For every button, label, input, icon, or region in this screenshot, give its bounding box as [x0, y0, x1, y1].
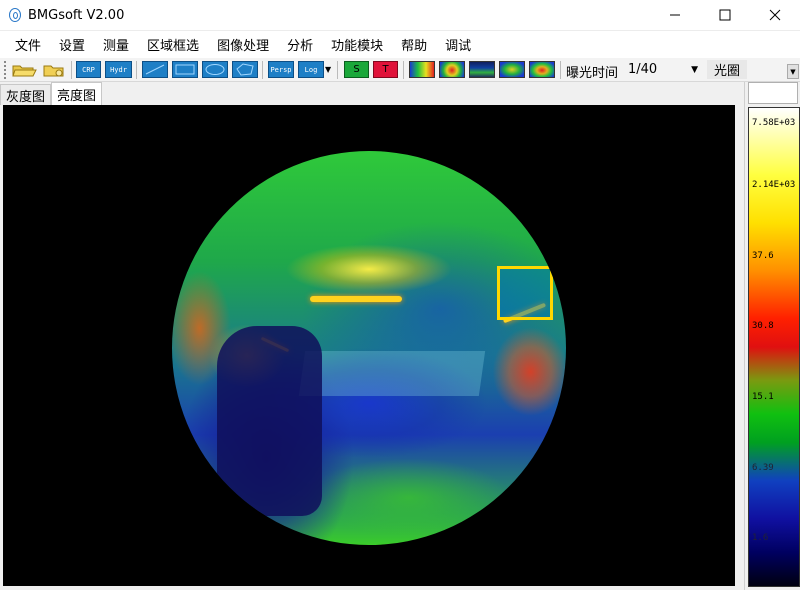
view-tabs: 灰度图 亮度图	[0, 82, 103, 105]
scale-tick: 15.1	[752, 392, 774, 402]
menu-measure[interactable]: 测量	[94, 35, 138, 54]
toolbar-grip[interactable]	[4, 61, 6, 79]
s-button[interactable]: S	[344, 61, 369, 78]
menu-region-select[interactable]: 区域框选	[138, 35, 208, 54]
menu-function-modules[interactable]: 功能模块	[322, 35, 392, 54]
image-viewer[interactable]	[3, 105, 735, 586]
luminance-color-scale: 7.58E+03 2.14E+03 37.6 30.8 15.1 6.39 1.…	[748, 107, 800, 587]
menu-bar: 文件 设置 测量 区域框选 图像处理 分析 功能模块 帮助 调试	[0, 30, 800, 58]
false-color-map-button[interactable]	[409, 61, 435, 78]
iso-map-icon	[500, 62, 524, 77]
scale-tick: 7.58E+03	[752, 118, 796, 128]
minimize-icon	[670, 14, 680, 16]
aperture-label[interactable]: 光圈	[707, 60, 747, 79]
close-button[interactable]	[750, 0, 800, 30]
draw-rectangle-button[interactable]	[172, 61, 198, 78]
scene-map-button[interactable]	[469, 61, 495, 78]
contour-map-button[interactable]	[439, 61, 465, 78]
open-folder-alt-button[interactable]	[41, 61, 67, 78]
folder-icon	[43, 65, 64, 77]
exposure-time-label: 曝光时间	[566, 66, 619, 81]
menu-debug[interactable]: 调试	[436, 35, 480, 54]
line-tool-icon	[145, 64, 165, 75]
office-chair	[217, 326, 322, 516]
exposure-time-value: 1/40	[628, 62, 658, 77]
scale-tick: 6.39	[752, 463, 774, 473]
title-bar: BMGsoft V2.00	[0, 0, 800, 30]
color-scale-panel: 7.58E+03 2.14E+03 37.6 30.8 15.1 6.39 1.…	[744, 82, 800, 590]
menu-image-processing[interactable]: 图像处理	[208, 35, 278, 54]
maximize-button[interactable]	[700, 0, 750, 30]
fisheye-map-icon	[530, 62, 554, 77]
menu-help[interactable]: 帮助	[392, 35, 436, 54]
menu-settings[interactable]: 设置	[50, 35, 94, 54]
chevron-down-icon: ▼	[790, 67, 796, 76]
toolbar-overflow-button[interactable]: ▼	[787, 64, 799, 79]
contour-map-icon	[440, 62, 464, 77]
false-color-map-icon	[410, 62, 434, 77]
draw-ellipse-button[interactable]	[202, 61, 228, 78]
t-button[interactable]: T	[373, 61, 398, 78]
scale-tick: 1.6	[752, 533, 769, 543]
ceiling-light-strip	[310, 296, 402, 302]
iso-map-button[interactable]	[499, 61, 525, 78]
scale-tick: 37.6	[752, 251, 774, 261]
crp-button[interactable]: CRP	[76, 61, 101, 78]
rectangle-tool-icon	[175, 64, 195, 75]
open-folder-button[interactable]	[11, 61, 37, 78]
minimize-button[interactable]	[650, 0, 700, 30]
scale-tick: 30.8	[752, 321, 774, 331]
menu-analysis[interactable]: 分析	[278, 35, 322, 54]
window-controls	[650, 0, 800, 30]
maximize-icon	[719, 9, 731, 21]
wall-window	[497, 266, 553, 320]
chevron-down-icon: ▼	[691, 64, 698, 75]
menu-file[interactable]: 文件	[6, 35, 50, 54]
scale-tick: 2.14E+03	[752, 180, 796, 190]
fisheye-map-button[interactable]	[529, 61, 555, 78]
open-folder-icon	[12, 65, 37, 77]
toolbar: CRP Hydr Persp Log ▼ S T 曝光时间 1/40 ▼ 光圈	[0, 58, 800, 82]
log-dropdown-arrow[interactable]: ▼	[325, 61, 333, 78]
close-icon	[769, 9, 781, 21]
window-title: BMGsoft V2.00	[28, 7, 125, 23]
tab-grayscale[interactable]: 灰度图	[0, 84, 52, 105]
persp-button[interactable]: Persp	[268, 61, 294, 78]
draw-polygon-button[interactable]	[232, 61, 258, 78]
luminance-fisheye-image[interactable]	[172, 151, 566, 545]
hydr-button[interactable]: Hydr	[105, 61, 132, 78]
draw-line-button[interactable]	[142, 61, 168, 78]
color-scale-header	[748, 82, 798, 104]
office-desk	[298, 351, 486, 396]
scene-map-icon	[470, 62, 494, 77]
log-button[interactable]: Log	[298, 61, 324, 78]
exposure-time-select[interactable]: 1/40 ▼	[624, 60, 704, 79]
tab-luminance[interactable]: 亮度图	[51, 82, 103, 105]
app-logo-icon	[9, 8, 21, 22]
polygon-tool-icon	[236, 63, 254, 76]
ellipse-tool-icon	[205, 64, 225, 75]
